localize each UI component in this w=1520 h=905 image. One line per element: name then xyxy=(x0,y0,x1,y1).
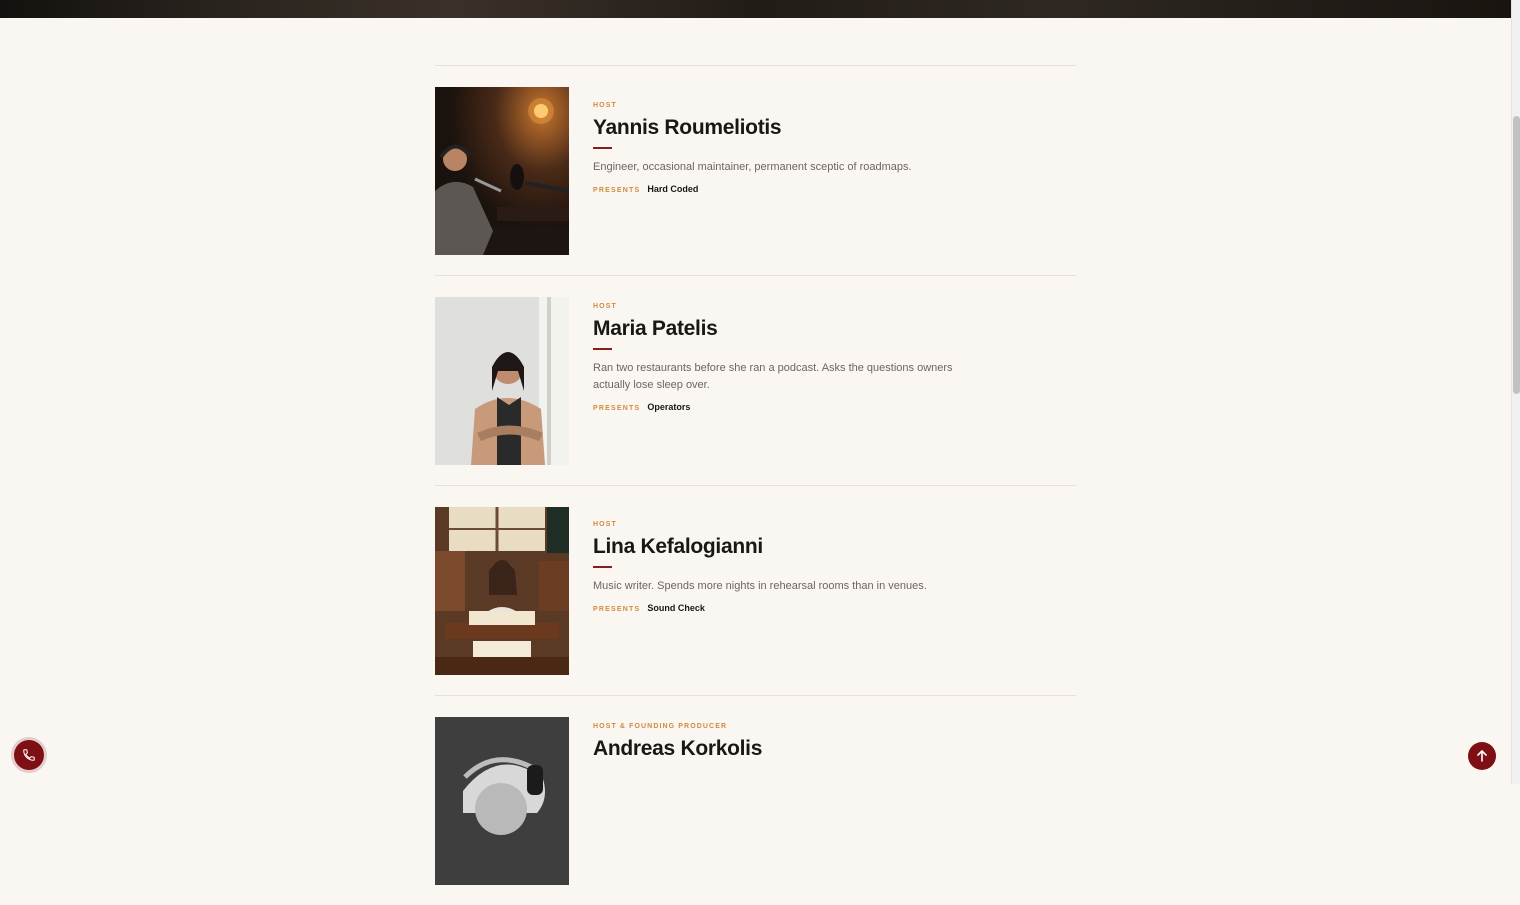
host-name: Maria Patelis xyxy=(593,317,718,340)
host-card: HOST & FOUNDING PRODUCER Andreas Korkoli… xyxy=(435,695,1076,905)
host-card: HOST Maria Patelis Ran two restaurants b… xyxy=(435,275,1076,485)
host-card: HOST Lina Kefalogianni Music writer. Spe… xyxy=(435,485,1076,695)
host-details: HOST Lina Kefalogianni Music writer. Spe… xyxy=(593,521,1033,613)
host-presents: PRESENTS Operators xyxy=(593,402,1033,412)
show-link-operators[interactable]: Operators xyxy=(647,402,690,412)
host-bio: Music writer. Spends more nights in rehe… xyxy=(593,580,927,592)
accent-rule xyxy=(593,348,612,350)
presents-label: PRESENTS xyxy=(593,606,641,613)
page-scrollbar[interactable] xyxy=(1511,0,1520,784)
accent-rule xyxy=(593,566,612,568)
host-name: Andreas Korkolis xyxy=(593,737,763,760)
host-photo xyxy=(435,87,569,255)
host-photo xyxy=(435,507,569,675)
host-details: HOST & FOUNDING PRODUCER Andreas Korkoli… xyxy=(593,723,1033,762)
presents-label: PRESENTS xyxy=(593,187,641,194)
hero-banner-bottom-edge xyxy=(0,0,1511,18)
host-name: Yannis Roumeliotis xyxy=(593,116,782,139)
show-link-hard-coded[interactable]: Hard Coded xyxy=(647,184,698,194)
host-bio: Engineer, occasional maintainer, permane… xyxy=(593,161,912,173)
back-to-top-button[interactable] xyxy=(1468,742,1496,770)
arrow-up-icon xyxy=(1477,750,1487,762)
scrollbar-thumb[interactable] xyxy=(1513,116,1520,394)
host-photo xyxy=(435,297,569,465)
presents-label: PRESENTS xyxy=(593,405,641,412)
host-details: HOST Maria Patelis Ran two restaurants b… xyxy=(593,303,1033,412)
show-link-sound-check[interactable]: Sound Check xyxy=(647,603,705,613)
host-bio: Ran two restaurants before she ran a pod… xyxy=(593,362,953,391)
host-card: HOST Yannis Roumeliotis Engineer, occasi… xyxy=(435,65,1076,275)
host-role: HOST xyxy=(593,102,617,109)
host-name: Lina Kefalogianni xyxy=(593,535,763,558)
hosts-list: HOST Yannis Roumeliotis Engineer, occasi… xyxy=(435,65,1076,905)
host-role: HOST xyxy=(593,521,617,528)
host-photo xyxy=(435,717,569,885)
accent-rule xyxy=(593,147,612,149)
host-role: HOST & FOUNDING PRODUCER xyxy=(593,723,728,730)
host-details: HOST Yannis Roumeliotis Engineer, occasi… xyxy=(593,102,1033,194)
call-button[interactable] xyxy=(14,740,44,770)
phone-icon xyxy=(23,749,35,761)
host-role: HOST xyxy=(593,303,617,310)
host-presents: PRESENTS Sound Check xyxy=(593,603,1033,613)
host-presents: PRESENTS Hard Coded xyxy=(593,184,1033,194)
